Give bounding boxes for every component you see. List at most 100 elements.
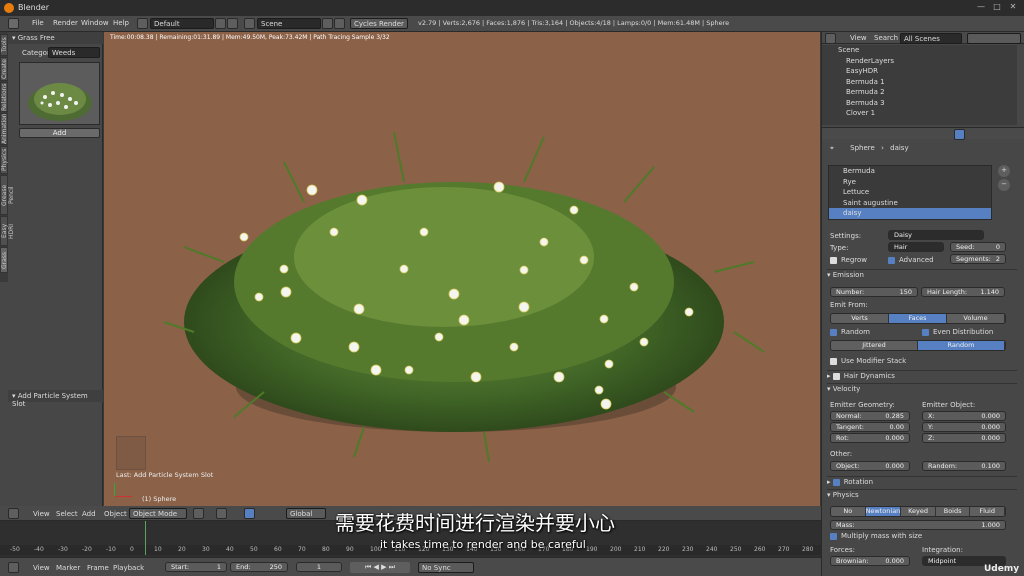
physics-no-button[interactable]: No [831, 507, 866, 516]
timeline-menu-marker[interactable]: Marker [56, 564, 80, 572]
tab-tools[interactable]: Tools [0, 34, 8, 56]
manipulator-icon[interactable] [244, 508, 255, 519]
viewport-menu-view[interactable]: View [33, 510, 50, 518]
settings-field[interactable]: Daisy [888, 230, 984, 240]
outliner-row-bermuda3[interactable]: Bermuda 3 [822, 98, 1017, 109]
add-layout-icon[interactable] [215, 18, 226, 29]
emission-section[interactable]: ▾ Emission [827, 269, 1017, 280]
add-button[interactable]: Add [19, 128, 100, 138]
outliner-search-input[interactable] [967, 33, 1021, 44]
viewport-menu-object[interactable]: Object [104, 510, 127, 518]
shading-icon[interactable] [193, 508, 204, 519]
viewport-menu-select[interactable]: Select [56, 510, 78, 518]
random-dist-button[interactable]: Random [918, 341, 1005, 350]
tab-create[interactable]: Create [0, 57, 8, 81]
timeline-menu-playback[interactable]: Playback [113, 564, 144, 572]
minimize-icon[interactable]: — [974, 2, 988, 14]
viewport-menu-add[interactable]: Add [82, 510, 96, 518]
remove-scene-icon[interactable] [334, 18, 345, 29]
menu-render[interactable]: Render [53, 19, 78, 27]
pivot-icon[interactable] [216, 508, 227, 519]
editor-type-icon[interactable] [8, 18, 19, 29]
viewport-editor-icon[interactable] [8, 508, 19, 519]
advanced-checkbox[interactable]: Advanced [888, 256, 934, 264]
grass-thumbnail-image [20, 63, 99, 124]
outliner-row-scene[interactable]: Scene [822, 45, 1017, 56]
grass-preview-thumbnail[interactable] [19, 62, 100, 125]
physics-fluid-button[interactable]: Fluid [970, 507, 1005, 516]
layout-field[interactable]: Default [150, 18, 214, 29]
particle-system-list: Bermuda Rye Lettuce Saint augustine dais… [828, 165, 992, 220]
outliner-row-clover1[interactable]: Clover 1 [822, 108, 1017, 119]
jittered-button[interactable]: Jittered [831, 341, 918, 350]
3d-viewport[interactable]: Time:00:08.38 | Remaining:01:31.89 | Mem… [104, 32, 820, 506]
current-frame-field[interactable]: 1 [296, 562, 342, 572]
outliner-menu-search[interactable]: Search [874, 34, 898, 42]
outliner-editor-icon[interactable] [825, 33, 836, 44]
list-item[interactable]: Bermuda [829, 166, 991, 177]
multiply-mass-checkbox[interactable]: Multiply mass with size [830, 532, 922, 540]
add-slot-icon[interactable]: + [998, 165, 1010, 177]
menu-help[interactable]: Help [113, 19, 129, 27]
velocity-section[interactable]: ▾ Velocity [827, 383, 1017, 394]
render-engine-select[interactable]: Cycles Render [350, 18, 408, 29]
physics-keyed-button[interactable]: Keyed [901, 507, 936, 516]
timeline-menu-frame[interactable]: Frame [87, 564, 109, 572]
menu-file[interactable]: File [32, 19, 44, 27]
emit-faces-button[interactable]: Faces [889, 314, 947, 323]
menu-window[interactable]: Window [81, 19, 109, 27]
regrow-checkbox[interactable]: Regrow [830, 256, 867, 264]
playhead[interactable] [145, 521, 146, 555]
outliner-menu-view[interactable]: View [850, 34, 867, 42]
maximize-icon[interactable]: □ [990, 2, 1004, 14]
scene-icon[interactable] [244, 18, 255, 29]
use-modifier-stack-checkbox[interactable]: Use Modifier Stack [830, 357, 906, 365]
timeline-tick-label: 190 [586, 546, 598, 553]
tab-grease-pencil[interactable]: Grease Pencil [0, 175, 15, 215]
emit-volume-button[interactable]: Volume [947, 314, 1005, 323]
mode-select[interactable]: Object Mode [129, 508, 187, 519]
properties-context-tabs [822, 127, 1024, 140]
layout-icon[interactable] [137, 18, 148, 29]
emit-verts-button[interactable]: Verts [831, 314, 889, 323]
timeline-tick-label: 0 [130, 546, 134, 553]
last-operator-label: Last: Add Particle System Slot [116, 471, 214, 479]
outliner-row-easyhdr[interactable]: EasyHDR [822, 66, 1017, 77]
random-checkbox[interactable]: Random [830, 328, 870, 336]
playback-controls[interactable]: ⏮ ◀ ▶ ⏭ [350, 562, 410, 573]
timeline-editor-icon[interactable] [8, 562, 19, 573]
sync-select[interactable]: No Sync [418, 562, 474, 573]
timeline-tick-label: -20 [82, 546, 92, 553]
physics-boids-button[interactable]: Boids [936, 507, 971, 516]
tab-easy-hdri[interactable]: Easy HDRI [0, 216, 15, 246]
add-scene-icon[interactable] [322, 18, 333, 29]
remove-layout-icon[interactable] [227, 18, 238, 29]
rotation-section[interactable]: ▸ Rotation [827, 476, 1017, 487]
particles-tab-icon[interactable] [954, 129, 965, 140]
outliner-row-bermuda1[interactable]: Bermuda 1 [822, 77, 1017, 88]
list-item[interactable]: Saint augustine [829, 198, 991, 209]
category-select[interactable]: Weeds [48, 47, 100, 58]
hair-dynamics-section[interactable]: ▸ Hair Dynamics [827, 370, 1017, 381]
emitter-geometry-label: Emitter Geometry: [830, 401, 895, 409]
tab-animation[interactable]: Animation [0, 113, 8, 145]
list-item[interactable]: Lettuce [829, 187, 991, 198]
outliner-row-renderlayers[interactable]: RenderLayers [822, 56, 1017, 67]
list-item-selected[interactable]: daisy [829, 208, 991, 219]
type-select[interactable]: Hair [888, 242, 944, 252]
orientation-select[interactable]: Global [286, 508, 326, 519]
physics-newtonian-button[interactable]: Newtonian [865, 507, 902, 516]
physics-section[interactable]: ▾ Physics [827, 489, 1017, 500]
outliner-row-bermuda2[interactable]: Bermuda 2 [822, 87, 1017, 98]
tab-relations[interactable]: Relations [0, 82, 8, 112]
tab-grass[interactable]: Grass [0, 247, 8, 273]
remove-slot-icon[interactable]: − [998, 179, 1010, 191]
scene-field[interactable]: Scene [257, 18, 321, 29]
pin-icon[interactable]: ⌖ [830, 144, 836, 152]
list-item[interactable]: Rye [829, 177, 991, 188]
timeline-menu-view[interactable]: View [33, 564, 50, 572]
tab-physics[interactable]: Physics [0, 146, 8, 174]
outliner-filter-select[interactable]: All Scenes [900, 33, 962, 44]
close-icon[interactable]: ✕ [1006, 2, 1020, 14]
even-distribution-checkbox[interactable]: Even Distribution [922, 328, 993, 336]
